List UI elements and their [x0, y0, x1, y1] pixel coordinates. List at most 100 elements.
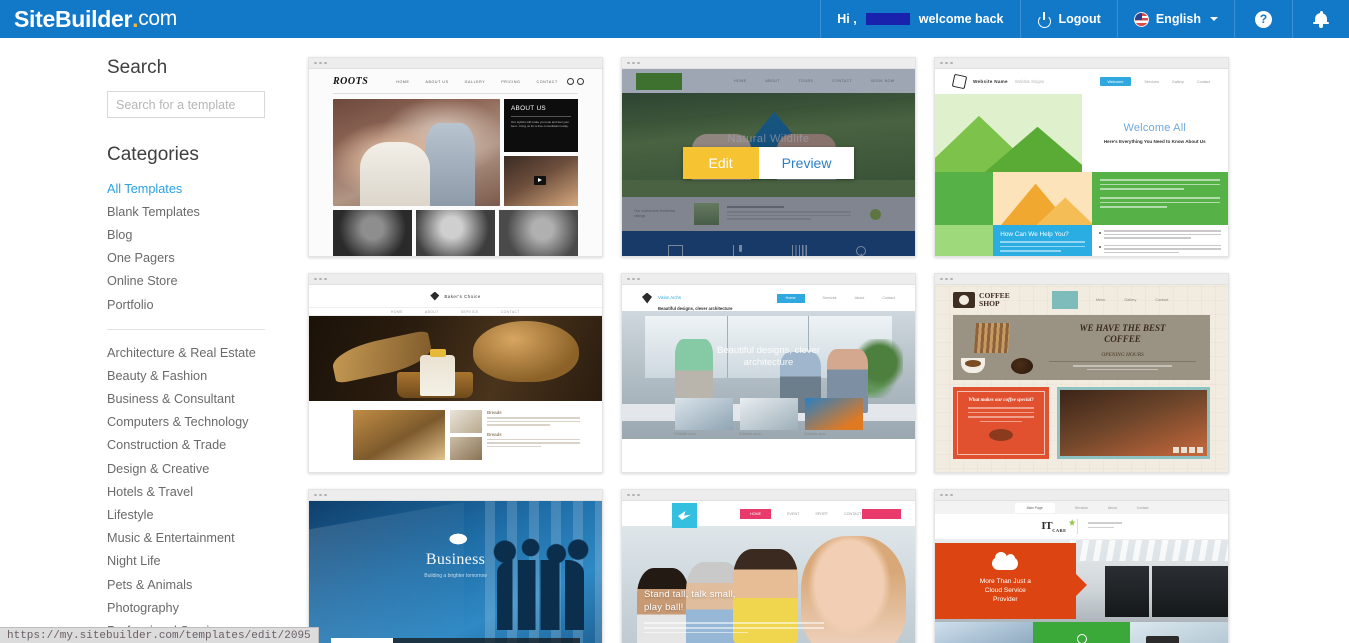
- nav-link: Contact: [882, 296, 895, 300]
- nav-link: Services: [1144, 79, 1159, 84]
- sidebar-item-pets-animals[interactable]: Pets & Animals: [107, 573, 300, 596]
- username-redacted: [865, 13, 910, 25]
- logout-button[interactable]: Logout: [1019, 0, 1117, 38]
- sidebar-item-music-entertainment[interactable]: Music & Entertainment: [107, 527, 300, 550]
- template-card-welcome-all[interactable]: Website Name Website Slogan Welcome Serv…: [934, 57, 1229, 257]
- template-card-architecture[interactable]: Vision Archs Beautiful designs, clever a…: [621, 273, 916, 473]
- template-gallery: ROOTS HOME ABOUT US GALLERY PRICING CONT…: [300, 38, 1349, 643]
- gallery-thumbs: Editable area Editable area Editable are…: [622, 398, 915, 436]
- chevron-down-icon: [1210, 17, 1218, 21]
- nav-links: Main Page Services About Contact: [935, 501, 1228, 514]
- banner-line-2: COFFEE: [1104, 334, 1141, 344]
- nav-link: HOME: [391, 309, 403, 314]
- nav-link: Menu: [1095, 298, 1106, 302]
- nav-link: PRICING: [501, 79, 521, 84]
- sidebar-item-one-pagers[interactable]: One Pagers: [107, 247, 300, 270]
- nav-link: Contact: [1136, 505, 1149, 510]
- template-thumbnail: ROOTS HOME ABOUT US GALLERY PRICING CONT…: [309, 69, 602, 256]
- sidebar-item-beauty-fashion[interactable]: Beauty & Fashion: [107, 364, 300, 387]
- nav-links: Home Services Gallery Contact: [331, 638, 580, 643]
- notifications-button[interactable]: [1292, 0, 1349, 38]
- template-thumbnail: Main Page Services About Contact ITCARE: [935, 501, 1228, 643]
- sidebar-divider: [107, 329, 265, 331]
- sidebar-item-all-templates[interactable]: All Templates: [107, 177, 300, 200]
- nav-link: ABOUT: [424, 309, 439, 314]
- browser-chrome-bar: [622, 490, 915, 501]
- hero-image: [333, 99, 500, 206]
- categories-heading: Categories: [107, 144, 199, 165]
- site-name: Website Name: [973, 79, 1008, 84]
- brand-name: SiteBuilder: [14, 5, 133, 32]
- search-heading: Search: [107, 57, 168, 78]
- orange-mountain-graphic: [993, 172, 1092, 225]
- sidebar-item-design-creative[interactable]: Design & Creative: [107, 457, 300, 480]
- search-input[interactable]: [107, 91, 265, 118]
- user-greeting: Hi , welcome back: [820, 0, 1019, 38]
- template-card-coffee-shop[interactable]: COFFEE SHOP Menu Gallery Contact WE HAVE…: [934, 273, 1229, 473]
- sidebar-item-hotels-travel[interactable]: Hotels & Travel: [107, 480, 300, 503]
- edit-button[interactable]: Edit: [682, 146, 759, 179]
- gear-icon: [1076, 633, 1087, 643]
- hero-image: Stand tall, talk small, play ball!: [622, 526, 915, 643]
- template-thumbnail: COFFEE SHOP Menu Gallery Contact WE HAVE…: [935, 285, 1228, 472]
- browser-chrome-bar: [309, 58, 602, 69]
- help-button[interactable]: ?: [1234, 0, 1292, 38]
- browser-chrome-bar: [622, 58, 915, 69]
- template-grid: ROOTS HOME ABOUT US GALLERY PRICING CONT…: [308, 57, 1349, 643]
- template-thumbnail: Vision Archs Beautiful designs, clever a…: [622, 285, 915, 472]
- sidebar: Search Categories All Templates Blank Te…: [0, 38, 300, 643]
- sidebar-item-portfolio[interactable]: Portfolio: [107, 293, 300, 316]
- preview-button[interactable]: Preview: [758, 146, 855, 179]
- brand-logo[interactable]: SiteBuilder. com: [0, 0, 177, 38]
- template-thumbnail: Baker's Choice HOME ABOUT SERVICE CONTAC…: [309, 285, 602, 472]
- browser-chrome-bar: [622, 274, 915, 285]
- sidebar-item-business-consultant[interactable]: Business & Consultant: [107, 388, 300, 411]
- header-actions: Hi , welcome back Logout English ?: [820, 0, 1349, 38]
- site-name: Baker's Choice: [444, 293, 481, 299]
- nav-link: About: [1107, 505, 1117, 510]
- language-selector[interactable]: English: [1116, 0, 1234, 38]
- nav-links: HOME EVENT SPORT CONTACT: [740, 508, 862, 519]
- welcome-subhead: Here's Everything You Need to Know About…: [1103, 138, 1206, 144]
- sidebar-item-computers-technology[interactable]: Computers & Technology: [107, 411, 300, 434]
- hero-line-2: play ball!: [644, 602, 684, 613]
- template-card-it-care[interactable]: Main Page Services About Contact ITCARE: [934, 489, 1229, 643]
- template-card-camping[interactable]: HOME ABOUT TOURS CONTACT BOOK NOW Natural Wi…: [621, 57, 916, 257]
- hero-line-1: Beautiful designs, clever: [717, 345, 820, 356]
- template-card-roots[interactable]: ROOTS HOME ABOUT US GALLERY PRICING CONT…: [308, 57, 603, 257]
- sidebar-item-architecture-real-estate[interactable]: Architecture & Real Estate: [107, 341, 300, 364]
- nav-link: GALLERY: [464, 79, 486, 84]
- template-card-bakers-choice[interactable]: Baker's Choice HOME ABOUT SERVICE CONTAC…: [308, 273, 603, 473]
- template-card-business[interactable]: Business Building a brighter tomorrow Ho…: [308, 489, 603, 643]
- site-logo: COFFEE SHOP: [953, 292, 1010, 308]
- nav-links: Home Services About Contact: [776, 293, 895, 303]
- sidebar-item-construction-trade[interactable]: Construction & Trade: [107, 434, 300, 457]
- sidebar-item-blog[interactable]: Blog: [107, 223, 300, 246]
- about-body: Our stylists will make you look and feel…: [511, 120, 570, 128]
- hero-line-2: architecture: [743, 357, 794, 368]
- template-card-fitness[interactable]: HOME EVENT SPORT CONTACT Stand tall, tal…: [621, 489, 916, 643]
- sidebar-item-online-store[interactable]: Online Store: [107, 270, 300, 293]
- cloud-icon: [992, 552, 1019, 571]
- social-icons: [567, 78, 584, 85]
- brand-tld: com: [138, 7, 177, 30]
- nav-link: Services: [1074, 505, 1088, 510]
- template-thumbnail: Business Building a brighter tomorrow Ho…: [309, 501, 602, 643]
- sidebar-item-photography[interactable]: Photography: [107, 596, 300, 619]
- nav-link: HOME: [396, 79, 410, 84]
- hero-line-1: More Than Just a: [979, 578, 1031, 586]
- sidebar-item-blank-templates[interactable]: Blank Templates: [107, 200, 300, 223]
- browser-chrome-bar: [309, 274, 602, 285]
- about-panel: ABOUT US Our stylists will make you look…: [504, 99, 578, 152]
- help-headline: How Can We Help You?: [1000, 231, 1069, 238]
- active-nav-tab: [1051, 291, 1078, 309]
- banner-line-1: WE HAVE THE BEST: [1079, 323, 1166, 333]
- template-thumbnail: Website Name Website Slogan Welcome Serv…: [935, 69, 1228, 256]
- nav-link: CONTACT: [536, 79, 558, 84]
- power-icon: [1037, 11, 1052, 28]
- sidebar-item-night-life[interactable]: Night Life: [107, 550, 300, 573]
- coffee-bean-icon: [953, 292, 975, 308]
- hero-image: Beautiful designs, clever architecture E…: [622, 311, 915, 439]
- sidebar-item-lifestyle[interactable]: Lifestyle: [107, 503, 300, 526]
- puzzle-icon: [951, 73, 968, 90]
